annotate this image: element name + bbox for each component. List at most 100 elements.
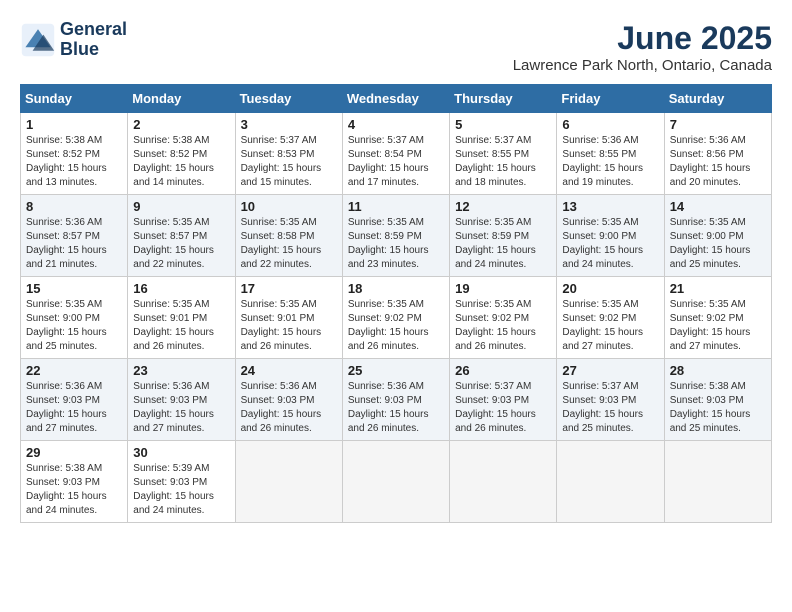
day-number: 12 bbox=[455, 199, 551, 214]
day-info: Sunrise: 5:35 AM Sunset: 8:59 PM Dayligh… bbox=[455, 216, 551, 272]
day-info: Sunrise: 5:35 AM Sunset: 8:59 PM Dayligh… bbox=[348, 216, 444, 272]
calendar-cell: 15Sunrise: 5:35 AM Sunset: 9:00 PM Dayli… bbox=[21, 277, 128, 359]
calendar-cell: 20 Sunrise: 5:35 AM Sunset: 9:02 PM Dayli… bbox=[557, 277, 664, 359]
day-number: 17 bbox=[241, 281, 337, 296]
logo-line1: General bbox=[60, 20, 127, 40]
calendar-cell: 23 Sunrise: 5:36 AM Sunset: 9:03 PM Dayli… bbox=[128, 359, 235, 441]
logo: General Blue bbox=[20, 20, 127, 60]
calendar-cell: 27 Sunrise: 5:37 AM Sunset: 9:03 PM Dayli… bbox=[557, 359, 664, 441]
day-number: 10 bbox=[241, 199, 337, 214]
calendar-table: Sunday Monday Tuesday Wednesday Thursday… bbox=[20, 84, 772, 523]
calendar-cell: 12 Sunrise: 5:35 AM Sunset: 8:59 PM Dayli… bbox=[450, 195, 557, 277]
day-info: Sunrise: 5:38 AM Sunset: 9:03 PM Dayligh… bbox=[26, 462, 122, 518]
calendar-cell: 22 Sunrise: 5:36 AM Sunset: 9:03 PM Dayli… bbox=[21, 359, 128, 441]
calendar-cell: 10Sunrise: 5:35 AM Sunset: 8:58 PM Dayli… bbox=[235, 195, 342, 277]
day-number: 3 bbox=[241, 117, 337, 132]
calendar-row: 29 Sunrise: 5:38 AM Sunset: 9:03 PM Dayli… bbox=[21, 441, 772, 523]
calendar-cell: 3 Sunrise: 5:37 AM Sunset: 8:53 PM Daylig… bbox=[235, 113, 342, 195]
day-info: Sunrise: 5:35 AM Sunset: 9:02 PM Dayligh… bbox=[562, 298, 658, 354]
calendar-cell: 5 Sunrise: 5:37 AM Sunset: 8:55 PM Daylig… bbox=[450, 113, 557, 195]
calendar-cell: 6Sunrise: 5:36 AM Sunset: 8:55 PM Daylig… bbox=[557, 113, 664, 195]
day-number: 28 bbox=[670, 363, 766, 378]
day-number: 13 bbox=[562, 199, 658, 214]
calendar-cell: 16Sunrise: 5:35 AM Sunset: 9:01 PM Dayli… bbox=[128, 277, 235, 359]
calendar-cell: 28 Sunrise: 5:38 AM Sunset: 9:03 PM Dayli… bbox=[664, 359, 771, 441]
calendar-cell bbox=[450, 441, 557, 523]
logo-line2: Blue bbox=[60, 40, 127, 60]
day-info: Sunrise: 5:35 AM Sunset: 9:02 PM Dayligh… bbox=[348, 298, 444, 354]
calendar-cell: 8Sunrise: 5:36 AM Sunset: 8:57 PM Daylig… bbox=[21, 195, 128, 277]
col-sunday: Sunday bbox=[21, 85, 128, 113]
day-number: 9 bbox=[133, 199, 229, 214]
location-title: Lawrence Park North, Ontario, Canada bbox=[513, 57, 772, 74]
title-section: June 2025 Lawrence Park North, Ontario, … bbox=[513, 20, 772, 74]
day-number: 16 bbox=[133, 281, 229, 296]
day-info: Sunrise: 5:36 AM Sunset: 9:03 PM Dayligh… bbox=[348, 380, 444, 436]
day-number: 2 bbox=[133, 117, 229, 132]
calendar-cell: 13 Sunrise: 5:35 AM Sunset: 9:00 PM Dayli… bbox=[557, 195, 664, 277]
day-number: 22 bbox=[26, 363, 122, 378]
day-info: Sunrise: 5:36 AM Sunset: 9:03 PM Dayligh… bbox=[133, 380, 229, 436]
day-info: Sunrise: 5:35 AM Sunset: 9:00 PM Dayligh… bbox=[562, 216, 658, 272]
day-info: Sunrise: 5:35 AM Sunset: 9:00 PM Dayligh… bbox=[670, 216, 766, 272]
day-number: 5 bbox=[455, 117, 551, 132]
day-info: Sunrise: 5:37 AM Sunset: 8:55 PM Dayligh… bbox=[455, 134, 551, 190]
day-info: Sunrise: 5:37 AM Sunset: 9:03 PM Dayligh… bbox=[455, 380, 551, 436]
calendar-row: 1Sunrise: 5:38 AM Sunset: 8:52 PM Daylig… bbox=[21, 113, 772, 195]
day-info: Sunrise: 5:37 AM Sunset: 9:03 PM Dayligh… bbox=[562, 380, 658, 436]
day-info: Sunrise: 5:38 AM Sunset: 8:52 PM Dayligh… bbox=[133, 134, 229, 190]
day-number: 25 bbox=[348, 363, 444, 378]
day-number: 20 bbox=[562, 281, 658, 296]
calendar-cell bbox=[557, 441, 664, 523]
day-number: 24 bbox=[241, 363, 337, 378]
day-number: 7 bbox=[670, 117, 766, 132]
day-number: 18 bbox=[348, 281, 444, 296]
calendar-cell: 17Sunrise: 5:35 AM Sunset: 9:01 PM Dayli… bbox=[235, 277, 342, 359]
day-info: Sunrise: 5:37 AM Sunset: 8:54 PM Dayligh… bbox=[348, 134, 444, 190]
day-info: Sunrise: 5:36 AM Sunset: 8:55 PM Dayligh… bbox=[562, 134, 658, 190]
day-info: Sunrise: 5:36 AM Sunset: 9:03 PM Dayligh… bbox=[241, 380, 337, 436]
calendar-row: 15Sunrise: 5:35 AM Sunset: 9:00 PM Dayli… bbox=[21, 277, 772, 359]
day-number: 11 bbox=[348, 199, 444, 214]
calendar-cell bbox=[664, 441, 771, 523]
calendar-cell bbox=[235, 441, 342, 523]
day-info: Sunrise: 5:38 AM Sunset: 8:52 PM Dayligh… bbox=[26, 134, 122, 190]
day-info: Sunrise: 5:36 AM Sunset: 8:57 PM Dayligh… bbox=[26, 216, 122, 272]
calendar-cell: 18 Sunrise: 5:35 AM Sunset: 9:02 PM Dayli… bbox=[342, 277, 449, 359]
day-number: 30 bbox=[133, 445, 229, 460]
calendar-cell: 11 Sunrise: 5:35 AM Sunset: 8:59 PM Dayli… bbox=[342, 195, 449, 277]
day-number: 14 bbox=[670, 199, 766, 214]
calendar-cell: 1Sunrise: 5:38 AM Sunset: 8:52 PM Daylig… bbox=[21, 113, 128, 195]
month-title: June 2025 bbox=[513, 20, 772, 57]
calendar-row: 8Sunrise: 5:36 AM Sunset: 8:57 PM Daylig… bbox=[21, 195, 772, 277]
logo-text: General Blue bbox=[60, 20, 127, 60]
day-number: 23 bbox=[133, 363, 229, 378]
calendar-cell bbox=[342, 441, 449, 523]
day-info: Sunrise: 5:39 AM Sunset: 9:03 PM Dayligh… bbox=[133, 462, 229, 518]
calendar-cell: 30 Sunrise: 5:39 AM Sunset: 9:03 PM Dayli… bbox=[128, 441, 235, 523]
calendar-cell: 24 Sunrise: 5:36 AM Sunset: 9:03 PM Dayli… bbox=[235, 359, 342, 441]
calendar-cell: 2 Sunrise: 5:38 AM Sunset: 8:52 PM Daylig… bbox=[128, 113, 235, 195]
calendar-cell: 14 Sunrise: 5:35 AM Sunset: 9:00 PM Dayli… bbox=[664, 195, 771, 277]
calendar-cell: 29 Sunrise: 5:38 AM Sunset: 9:03 PM Dayli… bbox=[21, 441, 128, 523]
day-info: Sunrise: 5:35 AM Sunset: 9:02 PM Dayligh… bbox=[455, 298, 551, 354]
col-tuesday: Tuesday bbox=[235, 85, 342, 113]
calendar-cell: 4 Sunrise: 5:37 AM Sunset: 8:54 PM Daylig… bbox=[342, 113, 449, 195]
calendar-cell: 21Sunrise: 5:35 AM Sunset: 9:02 PM Dayli… bbox=[664, 277, 771, 359]
calendar-cell: 9 Sunrise: 5:35 AM Sunset: 8:57 PM Daylig… bbox=[128, 195, 235, 277]
calendar-header-row: Sunday Monday Tuesday Wednesday Thursday… bbox=[21, 85, 772, 113]
day-number: 27 bbox=[562, 363, 658, 378]
day-info: Sunrise: 5:38 AM Sunset: 9:03 PM Dayligh… bbox=[670, 380, 766, 436]
day-info: Sunrise: 5:36 AM Sunset: 9:03 PM Dayligh… bbox=[26, 380, 122, 436]
col-friday: Friday bbox=[557, 85, 664, 113]
col-thursday: Thursday bbox=[450, 85, 557, 113]
calendar-row: 22 Sunrise: 5:36 AM Sunset: 9:03 PM Dayli… bbox=[21, 359, 772, 441]
day-number: 29 bbox=[26, 445, 122, 460]
logo-icon bbox=[20, 22, 56, 58]
day-info: Sunrise: 5:37 AM Sunset: 8:53 PM Dayligh… bbox=[241, 134, 337, 190]
day-info: Sunrise: 5:35 AM Sunset: 8:57 PM Dayligh… bbox=[133, 216, 229, 272]
day-number: 4 bbox=[348, 117, 444, 132]
day-number: 21 bbox=[670, 281, 766, 296]
calendar-cell: 26Sunrise: 5:37 AM Sunset: 9:03 PM Dayli… bbox=[450, 359, 557, 441]
page-header: General Blue June 2025 Lawrence Park Nor… bbox=[20, 20, 772, 74]
